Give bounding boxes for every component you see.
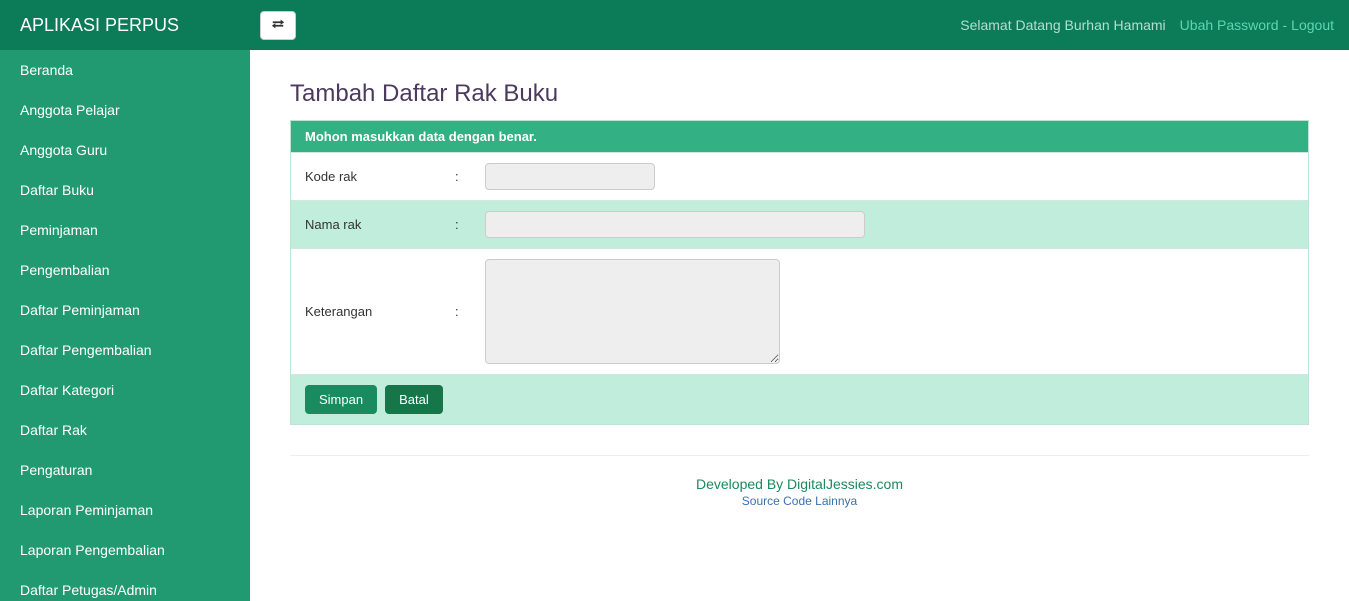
sidebar-item-daftar-pengembalian[interactable]: Daftar Pengembalian bbox=[0, 330, 250, 370]
sidebar-item-laporan-peminjaman[interactable]: Laporan Peminjaman bbox=[0, 490, 250, 530]
row-keterangan: Keterangan : bbox=[291, 248, 1308, 374]
input-keterangan[interactable] bbox=[485, 259, 780, 364]
row-kode-rak: Kode rak : bbox=[291, 152, 1308, 200]
main-content: Tambah Daftar Rak Buku Mohon masukkan da… bbox=[250, 50, 1349, 538]
sidebar-item-laporan-pengembalian[interactable]: Laporan Pengembalian bbox=[0, 530, 250, 570]
label-kode-rak: Kode rak bbox=[305, 169, 455, 184]
batal-button[interactable]: Batal bbox=[385, 385, 443, 414]
change-password-link[interactable]: Ubah Password bbox=[1180, 17, 1279, 33]
colon: : bbox=[455, 304, 485, 319]
input-nama-rak[interactable] bbox=[485, 211, 865, 238]
colon: : bbox=[455, 169, 485, 184]
app-brand: APLIKASI PERPUS bbox=[15, 15, 250, 36]
sidebar-item-pengaturan[interactable]: Pengaturan bbox=[0, 450, 250, 490]
sidebar-item-pengembalian[interactable]: Pengembalian bbox=[0, 250, 250, 290]
form-panel: Mohon masukkan data dengan benar. Kode r… bbox=[290, 120, 1309, 425]
sidebar-item-anggota-pelajar[interactable]: Anggota Pelajar bbox=[0, 90, 250, 130]
sidebar-item-daftar-peminjaman[interactable]: Daftar Peminjaman bbox=[0, 290, 250, 330]
panel-footer: Simpan Batal bbox=[291, 374, 1308, 424]
divider bbox=[290, 455, 1309, 456]
developed-by-link[interactable]: Developed By DigitalJessies.com bbox=[696, 476, 903, 492]
welcome-text: Selamat Datang Burhan Hamami bbox=[960, 17, 1165, 33]
sidebar-item-daftar-buku[interactable]: Daftar Buku bbox=[0, 170, 250, 210]
topbar-right: Selamat Datang Burhan Hamami Ubah Passwo… bbox=[960, 17, 1334, 33]
sidebar-item-anggota-guru[interactable]: Anggota Guru bbox=[0, 130, 250, 170]
sidebar-item-daftar-petugas[interactable]: Daftar Petugas/Admin bbox=[0, 570, 250, 601]
footer: Developed By DigitalJessies.com Source C… bbox=[290, 476, 1309, 508]
source-code-link[interactable]: Source Code Lainnya bbox=[290, 494, 1309, 508]
logout-link[interactable]: Logout bbox=[1291, 17, 1334, 33]
sidebar-toggle-button[interactable] bbox=[260, 11, 296, 40]
colon: : bbox=[455, 217, 485, 232]
sidebar: Beranda Anggota Pelajar Anggota Guru Daf… bbox=[0, 50, 250, 601]
panel-heading: Mohon masukkan data dengan benar. bbox=[291, 121, 1308, 152]
input-kode-rak[interactable] bbox=[485, 163, 655, 190]
transfer-icon bbox=[271, 17, 285, 34]
sidebar-item-beranda[interactable]: Beranda bbox=[0, 50, 250, 90]
label-nama-rak: Nama rak bbox=[305, 217, 455, 232]
simpan-button[interactable]: Simpan bbox=[305, 385, 377, 414]
page-title: Tambah Daftar Rak Buku bbox=[290, 80, 1309, 108]
sidebar-item-daftar-rak[interactable]: Daftar Rak bbox=[0, 410, 250, 450]
sidebar-item-daftar-kategori[interactable]: Daftar Kategori bbox=[0, 370, 250, 410]
row-nama-rak: Nama rak : bbox=[291, 200, 1308, 248]
label-keterangan: Keterangan bbox=[305, 304, 455, 319]
topbar: APLIKASI PERPUS Selamat Datang Burhan Ha… bbox=[0, 0, 1349, 50]
sidebar-item-peminjaman[interactable]: Peminjaman bbox=[0, 210, 250, 250]
separator: - bbox=[1283, 17, 1288, 33]
